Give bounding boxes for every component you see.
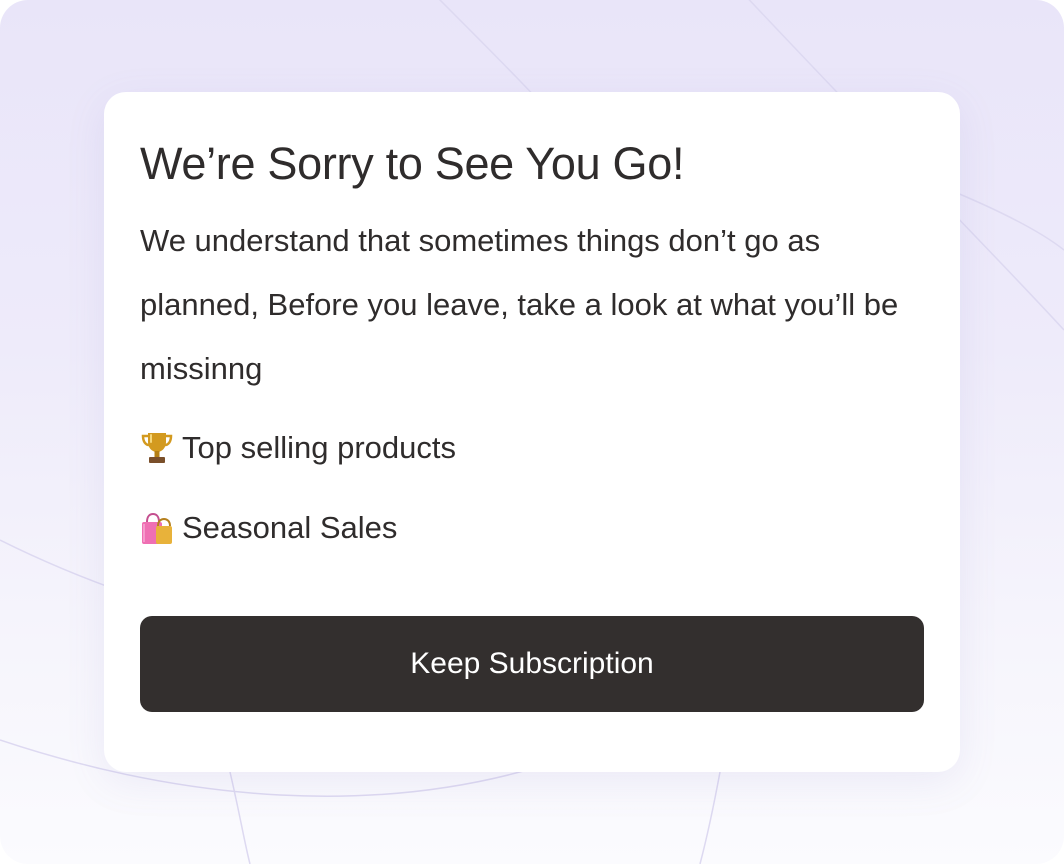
feature-label: Seasonal Sales [182,510,398,545]
trophy-icon [141,433,173,463]
keep-subscription-button[interactable]: Keep Subscription [140,616,924,712]
modal-title: We’re Sorry to See You Go! [140,138,685,189]
page-background: We’re Sorry to See You Go! We understand… [0,0,1064,864]
cancellation-modal: We’re Sorry to See You Go! We understand… [104,92,960,772]
shopping-bags-icon [142,512,172,544]
modal-message: We understand that sometimes things don’… [140,223,899,386]
feature-item-seasonal-sales: Seasonal Sales [140,508,397,548]
feature-item-top-selling: Top selling products [140,428,456,468]
feature-label: Top selling products [182,430,456,465]
